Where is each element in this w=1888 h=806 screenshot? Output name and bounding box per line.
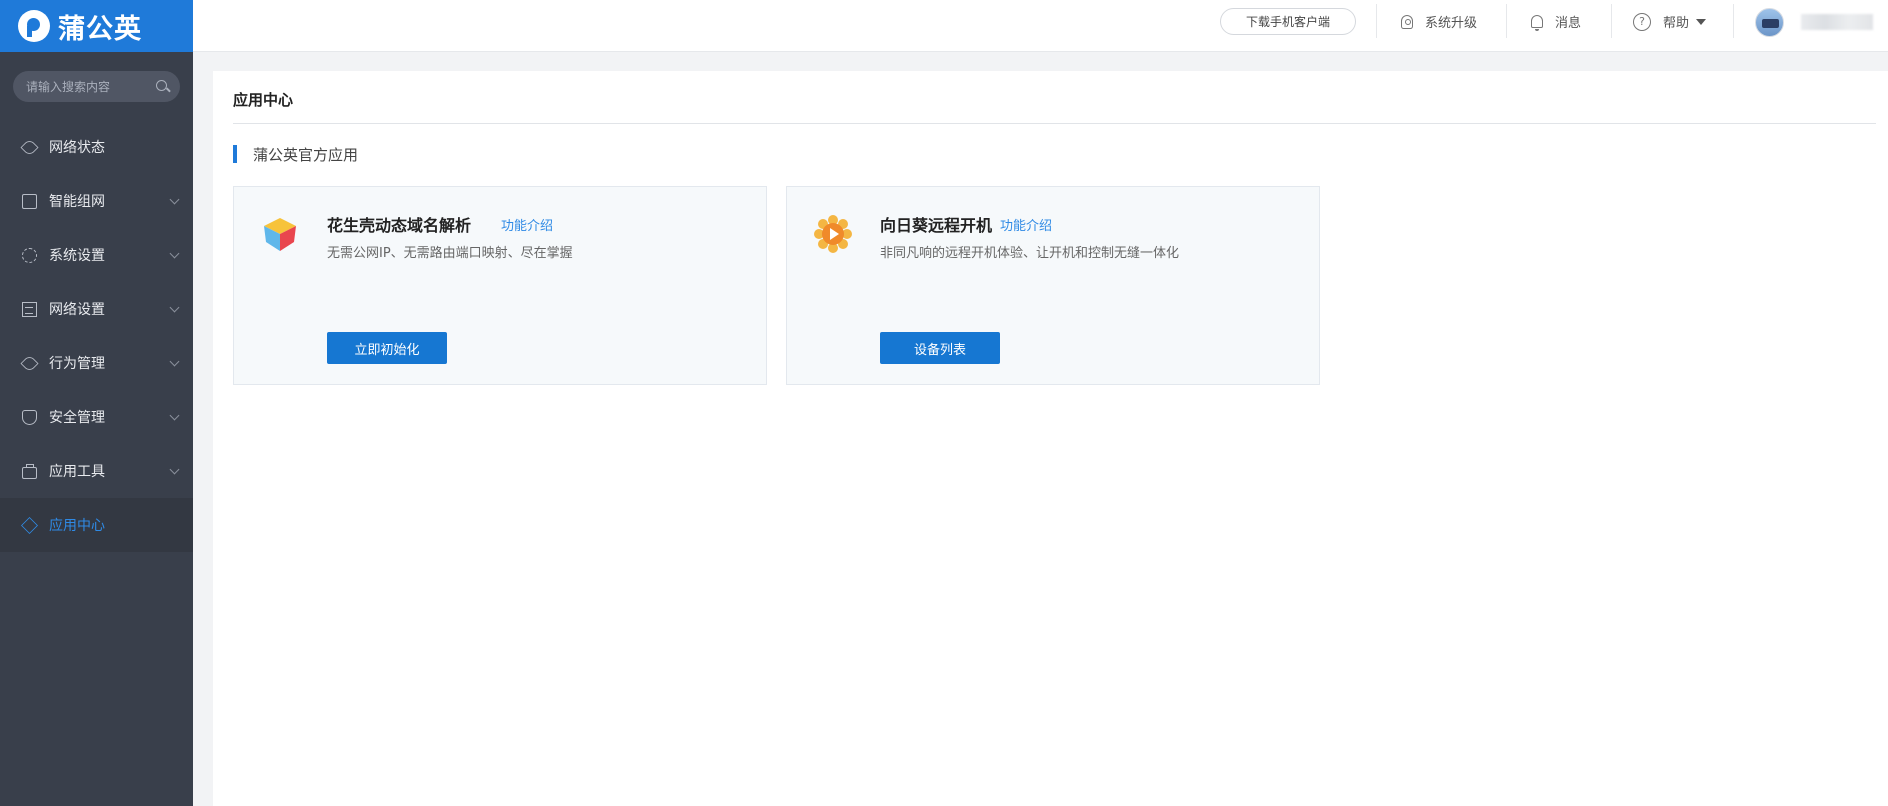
card-title: 花生壳动态域名解析 <box>327 216 472 235</box>
top-header: 下载手机客户端 系统升级 消息 ? 帮助 <box>193 0 1888 52</box>
sidebar-item-app-center[interactable]: 应用中心 <box>0 498 193 552</box>
main-panel: 应用中心 蒲公英官方应用 花生壳动态域名解析 功能介绍 无需公网IP、无需路由端… <box>213 71 1888 806</box>
download-mobile-client-button[interactable]: 下载手机客户端 <box>1220 8 1356 35</box>
initialize-now-button[interactable]: 立即初始化 <box>327 332 447 364</box>
card-title: 向日葵远程开机 <box>880 216 993 235</box>
card-description: 非同凡响的远程开机体验、让开机和控制无缝一体化 <box>880 246 1180 261</box>
eye-icon <box>20 137 39 157</box>
peanut-shell-cube-icon <box>264 218 296 251</box>
feature-intro-link[interactable]: 功能介绍 <box>1000 215 1052 234</box>
section-title: 蒲公英官方应用 <box>253 145 359 164</box>
messages-button[interactable]: 消息 <box>1531 0 1581 43</box>
sidebar-item-behavior-management[interactable]: 行为管理 <box>0 336 193 390</box>
dandelion-logo-icon <box>18 10 50 42</box>
brand-name: 蒲公英 <box>58 13 142 45</box>
network-icon <box>22 193 37 209</box>
search-input[interactable]: 请输入搜索内容 <box>26 78 110 95</box>
header-divider <box>1506 4 1507 38</box>
bell-icon <box>1531 15 1543 31</box>
sidebar-item-security-management[interactable]: 安全管理 <box>0 390 193 444</box>
brand-logo[interactable]: 蒲公英 <box>0 0 193 52</box>
system-upgrade-label: 系统升级 <box>1425 16 1478 31</box>
chevron-down-icon <box>169 410 180 421</box>
sidebar-item-label: 智能组网 <box>49 194 105 210</box>
feature-intro-link[interactable]: 功能介绍 <box>501 215 553 234</box>
chevron-down-icon <box>169 248 180 259</box>
app-card-peanut-shell-ddns: 花生壳动态域名解析 功能介绍 无需公网IP、无需路由端口映射、尽在掌握 立即初始… <box>233 186 767 385</box>
page-title: 应用中心 <box>233 91 294 109</box>
sidebar-item-network-settings[interactable]: 网络设置 <box>0 282 193 336</box>
chevron-down-icon <box>169 194 180 205</box>
header-divider <box>1611 4 1612 38</box>
sidebar-item-label: 行为管理 <box>49 356 105 372</box>
app-card-sunflower-remote-boot: 向日葵远程开机 功能介绍 非同凡响的远程开机体验、让开机和控制无缝一体化 设备列… <box>786 186 1320 385</box>
divider <box>233 123 1876 124</box>
search-icon[interactable] <box>156 79 170 94</box>
sunflower-icon <box>814 215 852 253</box>
header-divider <box>1733 4 1734 38</box>
system-upgrade-button[interactable]: 系统升级 <box>1401 0 1477 43</box>
sidebar-item-label: 应用工具 <box>49 464 105 480</box>
card-description: 无需公网IP、无需路由端口映射、尽在掌握 <box>327 246 573 261</box>
cube-icon <box>21 516 38 534</box>
sidebar-item-network-status[interactable]: 网络状态 <box>0 120 193 174</box>
section-accent-bar <box>233 145 237 163</box>
shield-icon <box>22 409 37 425</box>
username-redacted[interactable] <box>1801 14 1873 30</box>
help-label: 帮助 <box>1663 16 1690 31</box>
briefcase-icon <box>22 463 37 479</box>
sidebar-item-app-tools[interactable]: 应用工具 <box>0 444 193 498</box>
sidebar-item-smart-networking[interactable]: 智能组网 <box>0 174 193 228</box>
sidebar-item-label: 应用中心 <box>49 518 105 534</box>
avatar[interactable] <box>1755 8 1784 37</box>
eye-icon <box>20 353 39 373</box>
sidebar-item-label: 系统设置 <box>49 248 105 264</box>
rocket-icon <box>1401 14 1413 29</box>
section-header: 蒲公英官方应用 <box>233 145 359 164</box>
messages-label: 消息 <box>1555 16 1582 31</box>
search-box[interactable]: 请输入搜索内容 <box>13 71 180 102</box>
header-divider <box>1376 4 1377 38</box>
sidebar-item-system-settings[interactable]: 系统设置 <box>0 228 193 282</box>
chevron-down-icon <box>169 302 180 313</box>
help-icon: ? <box>1633 12 1651 31</box>
chevron-down-icon <box>169 464 180 475</box>
device-list-button[interactable]: 设备列表 <box>880 332 1000 364</box>
help-menu-button[interactable]: ? 帮助 <box>1633 0 1707 43</box>
sidebar: 蒲公英 请输入搜索内容 网络状态 智能组网 系统设置 网络设置 行为管理 安全管… <box>0 0 193 806</box>
sidebar-item-label: 安全管理 <box>49 410 105 426</box>
document-icon <box>22 301 37 317</box>
gear-icon <box>22 247 37 263</box>
sidebar-item-label: 网络状态 <box>49 140 105 156</box>
chevron-down-icon <box>169 356 180 367</box>
caret-down-icon <box>1696 18 1707 25</box>
sidebar-item-label: 网络设置 <box>49 302 105 318</box>
